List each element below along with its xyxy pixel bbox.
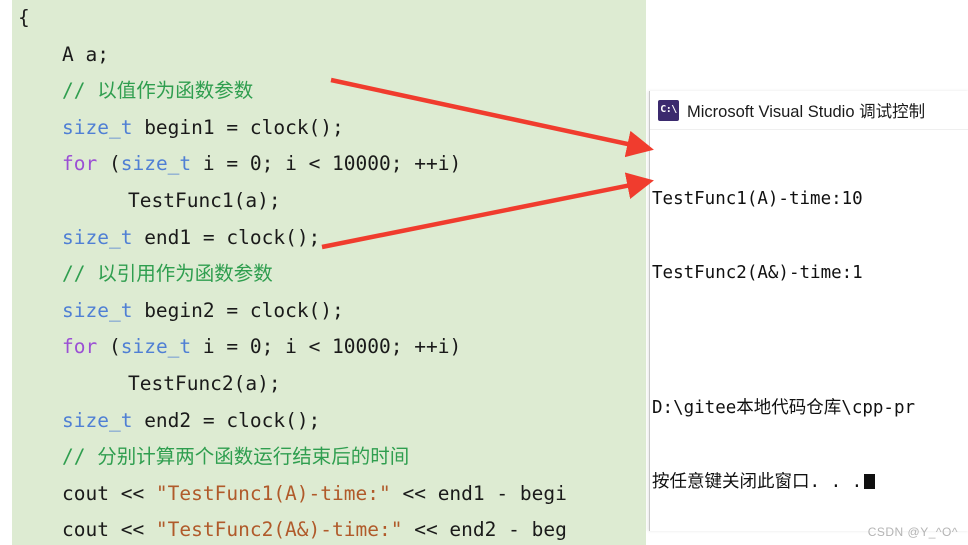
code-line[interactable]: { (12, 0, 712, 37)
code-token: TestFunc1(a); (128, 188, 281, 212)
code-token: { (18, 6, 30, 29)
console-cursor (864, 473, 876, 489)
code-token: i = 0; i < 10000; ++i) (191, 335, 462, 359)
code-token: // 分别计算两个函数运行结束后的时间 (62, 445, 410, 469)
code-token: size_t (62, 298, 133, 322)
console-output-line: TestFunc2(A&)-time:1 (652, 262, 863, 283)
code-token: size_t (120, 152, 192, 176)
code-line[interactable]: TestFunc2(a); (12, 366, 712, 403)
console-output-line: TestFunc1(A)-time:10 (652, 189, 863, 209)
code-lines[interactable]: { A a; // 以值作为函数参数 size_t begin1 = clock();… (12, 0, 712, 545)
screenshot-root: { A a; // 以值作为函数参数 size_t begin1 = clock();… (0, 0, 968, 545)
code-token: end1 = clock(); (132, 225, 321, 249)
code-line[interactable]: cout << "TestFunc2(A&)-time:" << end2 - … (12, 512, 712, 545)
code-token: i = 0; i < 10000; ++i) (191, 152, 462, 176)
editor-left-margin (0, 0, 12, 545)
console-window-title: Microsoft Visual Studio 调试控制 (687, 103, 926, 121)
code-line[interactable]: size_t begin2 = clock(); (12, 293, 712, 330)
code-token: end2 = clock(); (132, 408, 321, 432)
console-titlebar[interactable]: C:\ Microsoft Visual Studio 调试控制 (650, 91, 968, 130)
code-line[interactable]: size_t end1 = clock(); (12, 220, 712, 257)
code-line[interactable]: TestFunc1(a); (12, 183, 712, 220)
code-token: ( (97, 152, 121, 176)
console-output: TestFunc1(A)-time:10 TestFunc2(A&)-time:… (650, 130, 968, 531)
code-line[interactable]: size_t begin1 = clock(); (12, 110, 712, 147)
code-token: begin2 = clock(); (132, 298, 344, 322)
code-token: size_t (62, 408, 133, 432)
console-app-icon-label: C:\ (660, 104, 677, 115)
code-line[interactable]: A a; (12, 37, 712, 74)
code-token: TestFunc2(a); (128, 371, 281, 395)
console-window[interactable]: C:\ Microsoft Visual Studio 调试控制 TestFun… (649, 91, 968, 531)
code-token: begin1 = clock(); (132, 115, 344, 139)
code-token: // 以值作为函数参数 (62, 79, 254, 103)
code-token: << end1 - begi (390, 481, 567, 505)
code-token: for (62, 152, 98, 176)
code-line[interactable]: for (size_t i = 0; i < 10000; ++i) (12, 329, 712, 366)
code-token: for (62, 335, 98, 359)
watermark: CSDN @Y_^O^ (867, 525, 958, 539)
code-token: "TestFunc2(A&)-time:" (155, 518, 403, 542)
code-line[interactable]: cout << "TestFunc1(A)-time:" << end1 - b… (12, 476, 712, 513)
code-line[interactable]: // 以引用作为函数参数 (12, 256, 712, 293)
console-app-icon: C:\ (658, 99, 679, 121)
console-path-line: D:\gitee本地代码仓库\cpp-pr (652, 398, 916, 418)
code-line[interactable]: for (size_t i = 0; i < 10000; ++i) (12, 146, 712, 183)
code-token: ( (97, 335, 121, 359)
console-prompt-text: 按任意键关闭此窗口. . . (652, 471, 863, 492)
code-token: << end2 - beg (402, 518, 567, 542)
code-line[interactable]: size_t end2 = clock(); (12, 403, 712, 440)
console-prompt-line: 按任意键关闭此窗口. . . (652, 470, 968, 495)
code-token: A a; (62, 42, 109, 66)
code-line[interactable]: // 以值作为函数参数 (12, 73, 712, 110)
code-token: size_t (62, 225, 133, 249)
code-token: size_t (120, 335, 192, 359)
code-token: "TestFunc1(A)-time:" (155, 481, 391, 505)
code-token: // 以引用作为函数参数 (62, 262, 273, 286)
code-token: cout << (62, 481, 156, 505)
code-token: size_t (62, 115, 133, 139)
code-line[interactable]: // 分别计算两个函数运行结束后的时间 (12, 439, 712, 476)
code-token: cout << (62, 518, 156, 542)
